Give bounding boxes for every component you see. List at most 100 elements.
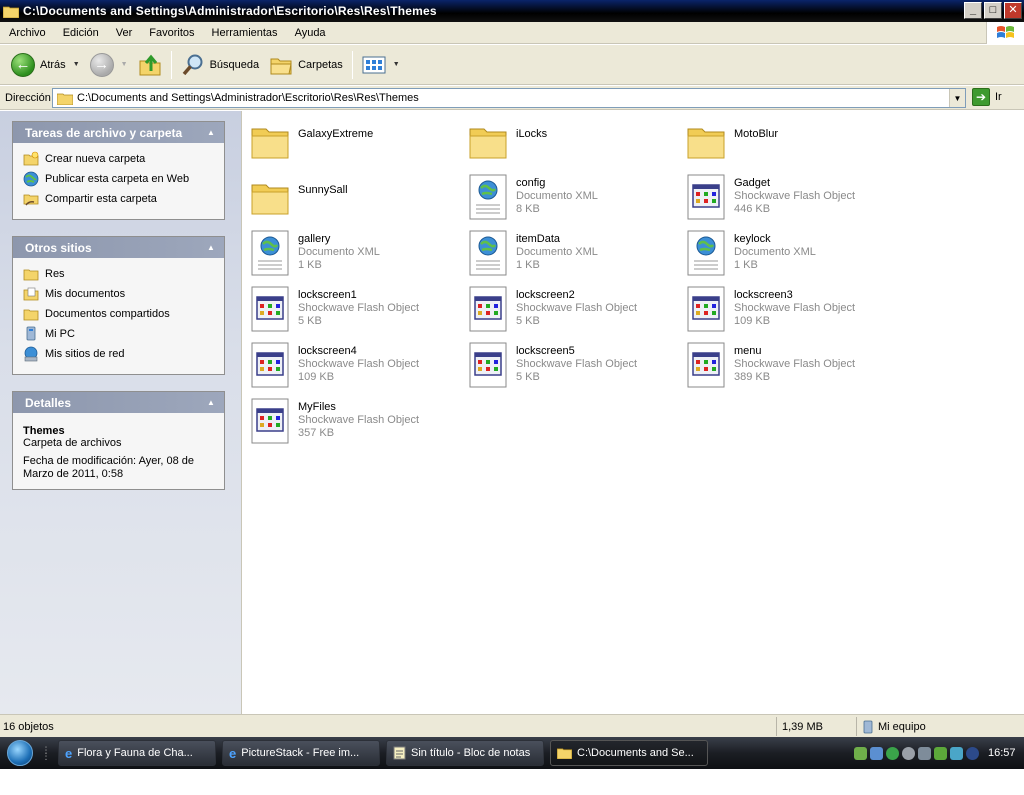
screen-margin [0, 769, 1024, 795]
file-item[interactable]: MotoBlur [686, 115, 896, 165]
task-publish-web[interactable]: Publicar esta carpeta en Web [23, 169, 214, 189]
file-item[interactable]: gallery Documento XML 1 KB [250, 227, 460, 277]
place-network[interactable]: Mis sitios de red [23, 344, 214, 364]
file-item[interactable]: GalaxyExtreme [250, 115, 460, 165]
taskbar-task-browser-1[interactable]: e Flora y Fauna de Cha... [58, 740, 216, 766]
task-share-folder[interactable]: Compartir esta carpeta [23, 189, 214, 209]
back-dropdown-icon[interactable]: ▼ [73, 61, 80, 68]
file-item[interactable]: Gadget Shockwave Flash Object 446 KB [686, 171, 896, 221]
file-item[interactable]: MyFiles Shockwave Flash Object 357 KB [250, 395, 460, 445]
file-name: lockscreen3 [734, 289, 793, 301]
windows-logo-icon [986, 22, 1024, 44]
security-icon[interactable] [966, 746, 979, 760]
graphics-icon[interactable] [934, 746, 947, 760]
file-type: Shockwave Flash Object [516, 302, 638, 314]
file-item[interactable]: lockscreen5 Shockwave Flash Object 5 KB [468, 339, 678, 389]
taskbar-clock[interactable]: 16:57 [988, 747, 1016, 759]
folders-label: Carpetas [298, 58, 343, 71]
menu-herramientas[interactable]: Herramientas [203, 27, 286, 39]
file-type: Documento XML [734, 246, 816, 258]
back-arrow-icon: ← [11, 52, 35, 77]
search-label: Búsqueda [209, 58, 260, 71]
flash-object-icon [251, 342, 289, 388]
forward-dropdown-icon[interactable]: ▼ [121, 61, 128, 68]
tasks-panel-header[interactable]: Tareas de archivo y carpeta ▲ [13, 122, 224, 143]
folder-icon [3, 6, 19, 18]
file-name: Gadget [734, 177, 771, 189]
collapse-icon[interactable]: ▲ [204, 240, 218, 254]
file-type: Shockwave Flash Object [298, 358, 420, 370]
place-my-documents-label: Mis documentos [45, 288, 126, 300]
menu-ver[interactable]: Ver [107, 27, 141, 39]
details-type: Carpeta de archivos [23, 437, 122, 449]
update-icon[interactable] [902, 746, 915, 760]
places-panel-title: Otros sitios [25, 240, 92, 255]
collapse-icon[interactable]: ▲ [204, 395, 218, 409]
address-input[interactable]: C:\Documents and Settings\Administrador\… [52, 88, 966, 108]
details-panel-header[interactable]: Detalles ▲ [13, 392, 224, 413]
file-item[interactable]: menu Shockwave Flash Object 389 KB [686, 339, 896, 389]
menu-favoritos[interactable]: Favoritos [140, 27, 202, 39]
task-label: PictureStack - Free im... [241, 747, 360, 759]
taskbar-task-notepad[interactable]: Sin título - Bloc de notas [386, 740, 544, 766]
details-name: Themes [23, 425, 65, 437]
back-button[interactable]: ← Atrás ▼ [6, 50, 85, 80]
file-list: GalaxyExtreme iLocks MotoBlur SunnySall … [241, 111, 1024, 714]
go-button[interactable]: ➔ Ir [972, 88, 1002, 106]
file-item[interactable]: config Documento XML 8 KB [468, 171, 678, 221]
network-icon[interactable] [870, 746, 883, 760]
start-button[interactable] [0, 738, 40, 768]
file-name: MyFiles [298, 401, 336, 413]
search-button[interactable]: Búsqueda [176, 50, 265, 80]
users-icon[interactable] [854, 746, 867, 760]
file-size: 357 KB [298, 427, 335, 439]
status-location: Mi equipo [862, 719, 926, 735]
messenger-icon[interactable] [886, 746, 899, 760]
file-name: gallery [298, 233, 331, 245]
task-label: Sin título - Bloc de notas [411, 747, 531, 759]
file-item[interactable]: itemData Documento XML 1 KB [468, 227, 678, 277]
taskbar-task-browser-2[interactable]: e PictureStack - Free im... [222, 740, 380, 766]
minimize-button[interactable]: _ [964, 2, 982, 19]
file-type: Shockwave Flash Object [734, 190, 856, 202]
close-button[interactable]: ✕ [1004, 2, 1022, 19]
sync-icon[interactable] [950, 746, 963, 760]
taskbar-task-explorer[interactable]: C:\Documents and Se... [550, 740, 708, 766]
place-my-documents[interactable]: Mis documentos [23, 284, 214, 304]
file-item[interactable]: keylock Documento XML 1 KB [686, 227, 896, 277]
folders-button[interactable]: Carpetas [264, 50, 348, 80]
collapse-icon[interactable]: ▲ [204, 125, 218, 139]
views-icon [362, 56, 386, 73]
file-item[interactable]: lockscreen1 Shockwave Flash Object 5 KB [250, 283, 460, 333]
publish-web-icon [23, 171, 39, 187]
place-shared-documents[interactable]: Documentos compartidos [23, 304, 214, 324]
places-panel-header[interactable]: Otros sitios ▲ [13, 237, 224, 258]
file-item[interactable]: lockscreen4 Shockwave Flash Object 109 K… [250, 339, 460, 389]
menu-ayuda[interactable]: Ayuda [286, 27, 334, 39]
places-panel: Otros sitios ▲ Res Mis documentos Docume… [12, 236, 225, 375]
file-size: 389 KB [734, 371, 771, 383]
place-my-computer[interactable]: Mi PC [23, 324, 214, 344]
file-name: MotoBlur [734, 128, 779, 140]
file-item[interactable]: iLocks [468, 115, 678, 165]
menu-edicion[interactable]: Edición [54, 27, 107, 39]
up-folder-button[interactable] [133, 50, 167, 80]
maximize-button[interactable]: □ [984, 2, 1002, 19]
file-type: Shockwave Flash Object [734, 358, 856, 370]
file-item[interactable]: SunnySall [250, 171, 460, 221]
volume-icon[interactable] [918, 746, 931, 760]
flash-object-icon [251, 398, 289, 444]
views-dropdown-icon[interactable]: ▼ [393, 61, 400, 68]
address-dropdown-icon[interactable]: ▼ [949, 89, 965, 107]
menu-archivo[interactable]: Archivo [0, 27, 54, 39]
views-button[interactable]: ▼ [357, 50, 405, 80]
folder-icon [251, 128, 289, 159]
task-share-folder-label: Compartir esta carpeta [45, 193, 157, 205]
file-item[interactable]: lockscreen3 Shockwave Flash Object 109 K… [686, 283, 896, 333]
place-res[interactable]: Res [23, 264, 214, 284]
task-new-folder[interactable]: Crear nueva carpeta [23, 149, 214, 169]
forward-button[interactable]: → ▼ [85, 50, 133, 80]
file-item[interactable]: lockscreen2 Shockwave Flash Object 5 KB [468, 283, 678, 333]
ie-icon: e [65, 745, 73, 761]
folders-icon [270, 58, 292, 74]
